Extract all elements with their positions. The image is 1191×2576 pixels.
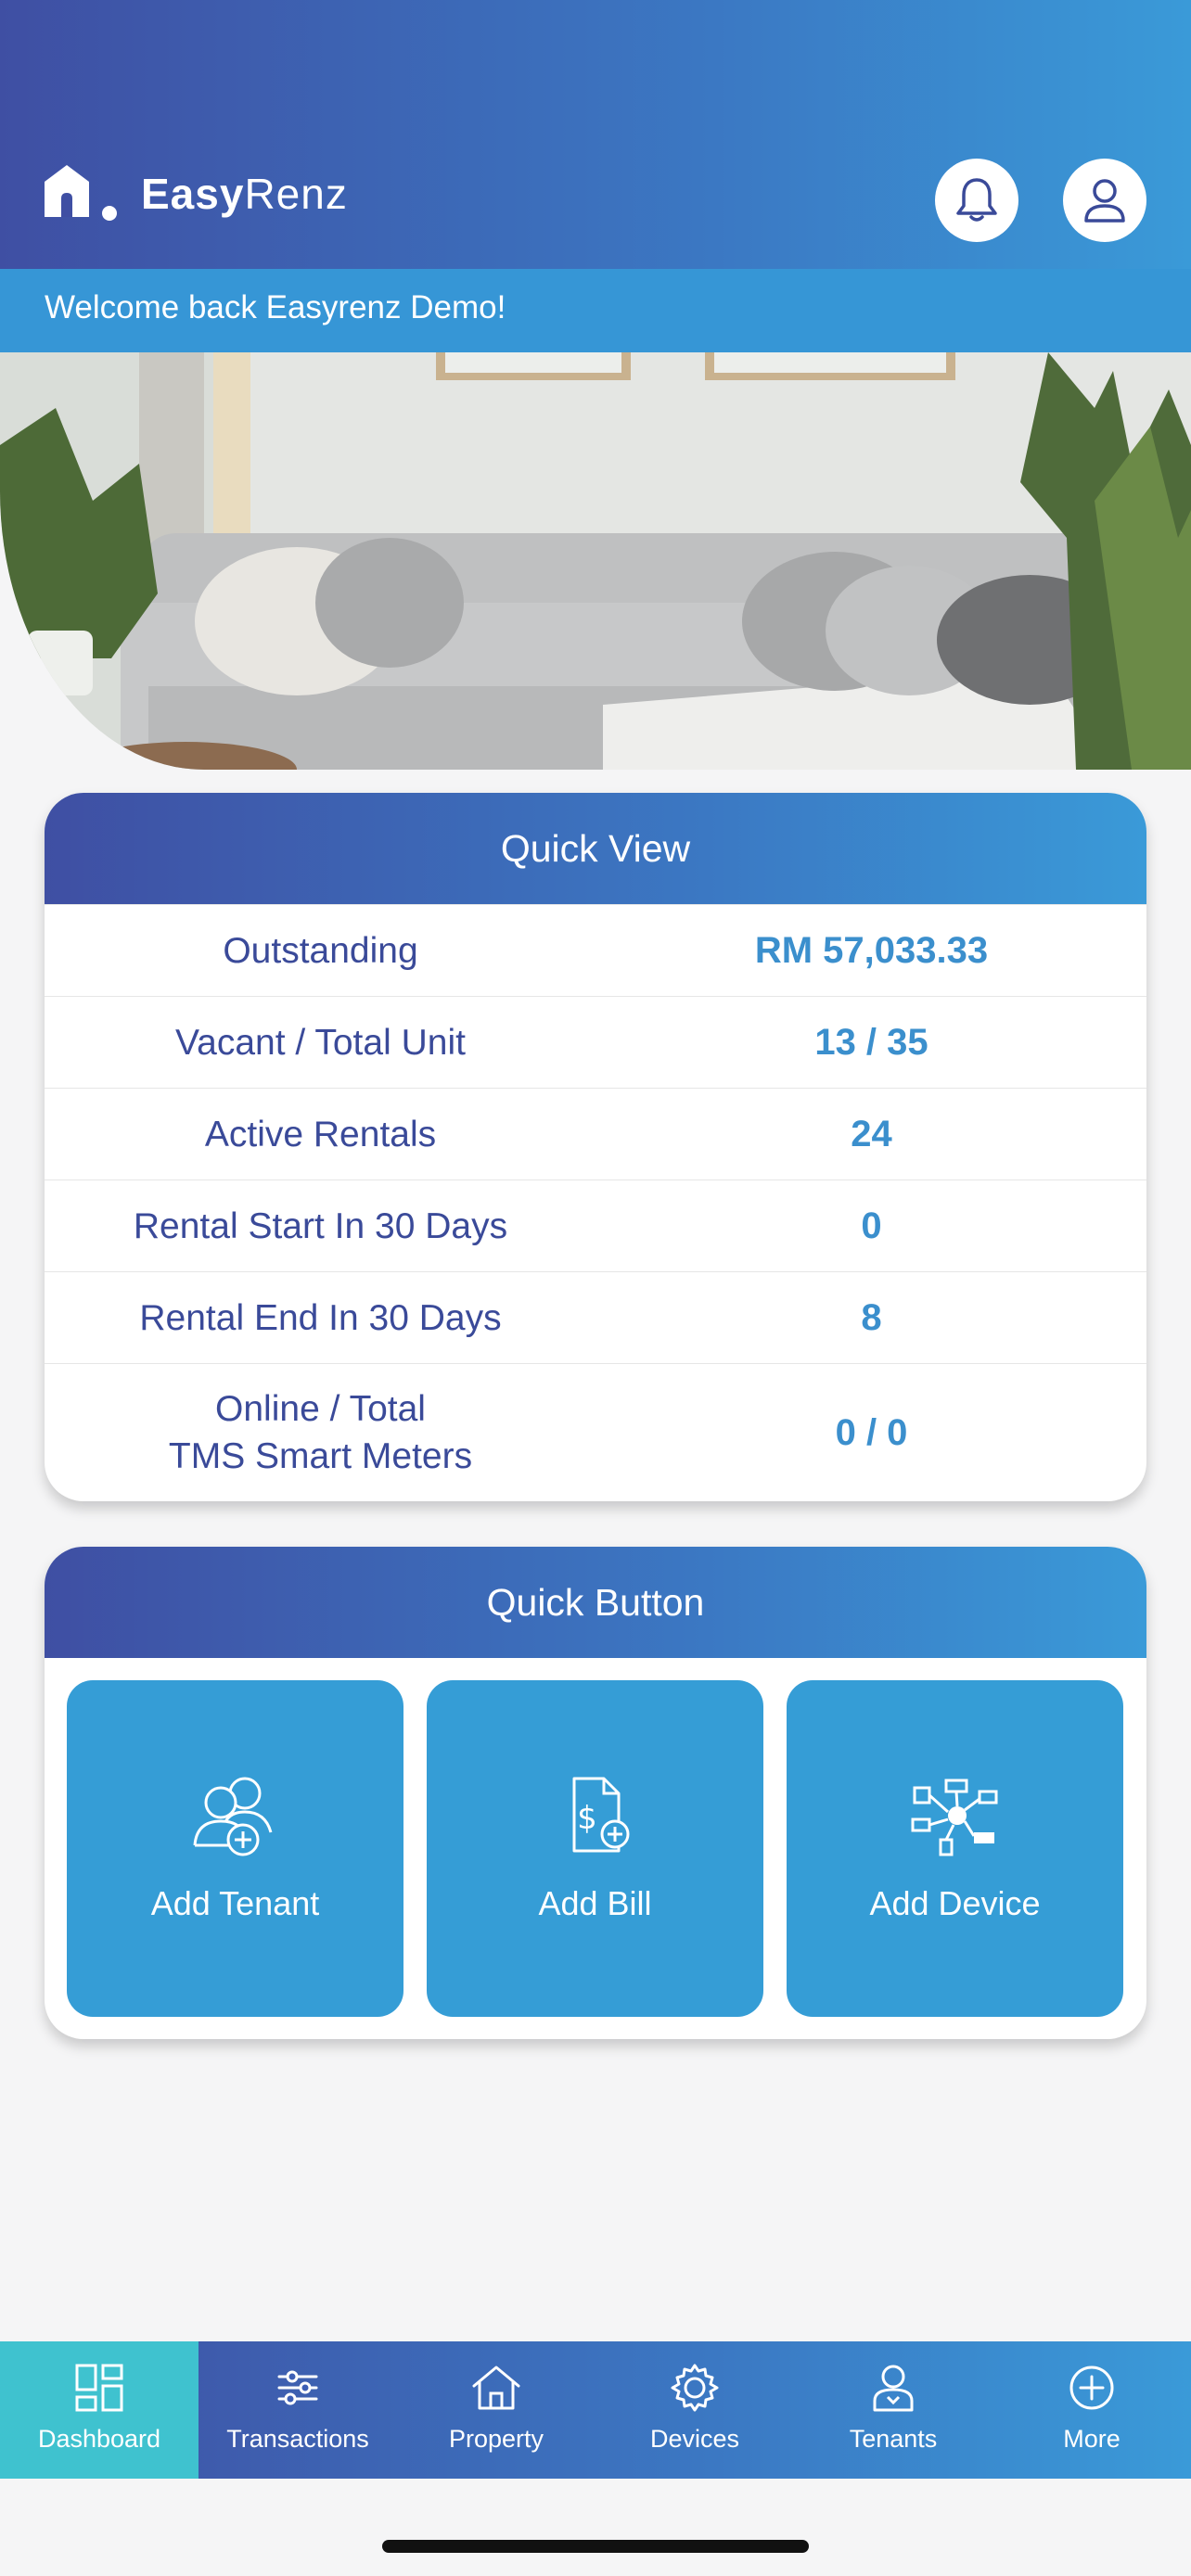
svg-text:$: $ [577,1800,597,1837]
qv-value: 8 [861,1296,882,1338]
qv-label: Active Rentals [204,1114,437,1154]
welcome-text: Welcome back Easyrenz Demo! [45,289,506,325]
user-icon [1084,179,1125,223]
qv-row-smart-meters[interactable]: Online / Total TMS Smart Meters 0 / 0 [45,1363,1146,1501]
add-tenant-label: Add Tenant [150,1883,320,1922]
qv-value: 13 / 35 [814,1021,928,1063]
add-bill-label: Add Bill [538,1883,652,1922]
nav-label: Transactions [226,2425,369,2453]
add-bill-button[interactable]: $ Add Bill [427,1680,763,2017]
add-bill-icon: $ [572,1777,629,1852]
dashboard-icon [75,2364,123,2412]
nav-dashboard[interactable]: Dashboard [0,2341,198,2479]
qv-row-outstanding[interactable]: Outstanding RM 57,033.33 [45,904,1146,996]
welcome-banner: Welcome back Easyrenz Demo! [0,269,1191,352]
qv-value: 24 [851,1113,892,1154]
qv-row-active-rentals[interactable]: Active Rentals 24 [45,1088,1146,1180]
nav-tenants[interactable]: Tenants [794,2341,992,2479]
qv-label: Online / Total TMS Smart Meters [45,1385,596,1480]
nav-label: Devices [649,2425,740,2453]
qv-label: Outstanding [223,930,418,971]
logo-house-icon [45,165,117,221]
nav-label: More [1063,2425,1121,2453]
quick-view-card: Quick View Outstanding RM 57,033.33 Vaca… [45,793,1146,1501]
qv-label: Rental Start In 30 Days [133,1205,508,1246]
add-device-label: Add Device [869,1883,1041,1922]
quick-view-title: Quick View [45,793,1146,904]
qv-value: RM 57,033.33 [754,929,989,971]
nav-label: Tenants [849,2425,938,2453]
add-device-icon [911,1779,997,1855]
plus-circle-icon [1069,2366,1114,2410]
nav-label: Dashboard [37,2425,161,2453]
nav-label: Property [448,2425,544,2453]
nav-transactions[interactable]: Transactions [198,2341,397,2479]
bell-icon [956,178,997,222]
qv-value: 0 / 0 [835,1411,908,1453]
app-header: EasyRenz [0,0,1191,269]
notification-button[interactable] [935,159,1018,242]
qv-label-line2: TMS Smart Meters [168,1436,473,1476]
tenant-icon [873,2365,914,2412]
app-name: EasyRenz [141,170,348,218]
qv-value: 0 [861,1205,882,1246]
transactions-icon [277,2370,318,2405]
home-indicator[interactable] [382,2540,809,2553]
qv-label-line1: Online / Total [215,1389,426,1429]
gear-icon [671,2364,719,2412]
nav-more[interactable]: More [992,2341,1191,2479]
qv-row-rental-end[interactable]: Rental End In 30 Days 8 [45,1271,1146,1363]
quick-button-card: Quick Button Add Tenant $ Add Bill Add D… [45,1547,1146,2039]
nav-devices[interactable]: Devices [596,2341,794,2479]
qv-row-rental-start[interactable]: Rental Start In 30 Days 0 [45,1180,1146,1271]
home-icon [472,2366,520,2410]
nav-property[interactable]: Property [397,2341,596,2479]
bottom-nav: Dashboard Transactions Property Devices [0,2341,1191,2479]
add-tenant-button[interactable]: Add Tenant [67,1680,403,2017]
add-tenant-icon [193,1777,272,1855]
qv-row-vacant-total[interactable]: Vacant / Total Unit 13 / 35 [45,996,1146,1088]
qv-label: Rental End In 30 Days [139,1297,502,1338]
profile-button[interactable] [1063,159,1146,242]
qv-label: Vacant / Total Unit [175,1022,466,1063]
app-logo: EasyRenz [43,163,348,224]
hero-image [0,352,1191,770]
quick-button-title: Quick Button [45,1547,1146,1658]
add-device-button[interactable]: Add Device [787,1680,1123,2017]
